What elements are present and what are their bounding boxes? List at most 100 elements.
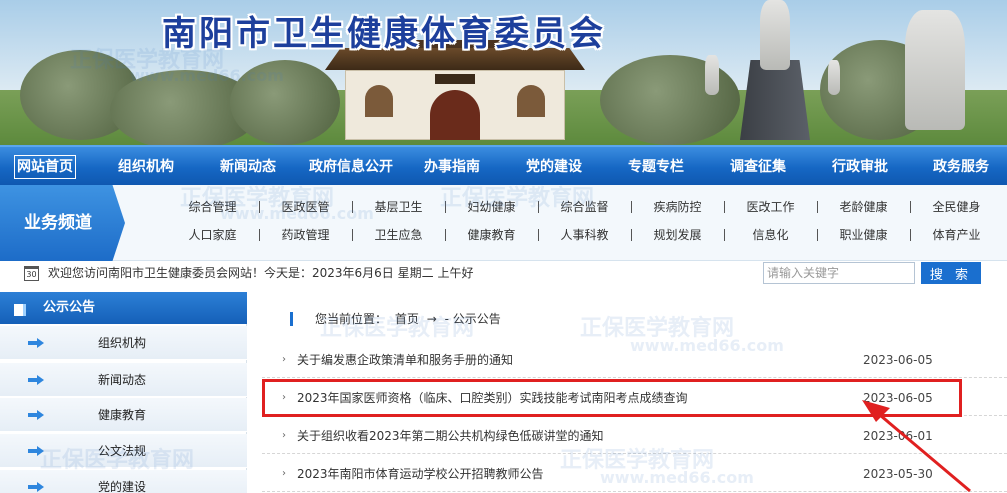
sidebar-item-health-education[interactable]: 健康教育 bbox=[0, 398, 247, 432]
biz-link[interactable]: 人口家庭 bbox=[166, 225, 259, 245]
banner-statue bbox=[828, 60, 840, 95]
news-title[interactable]: 关于组织收看2023年第二期公共机构绿色低碳讲堂的通知 bbox=[297, 418, 604, 454]
biz-link[interactable]: 妇幼健康 bbox=[445, 197, 538, 217]
nav-item-party[interactable]: 党的建设 bbox=[526, 147, 582, 187]
biz-link[interactable]: 综合监督 bbox=[538, 197, 631, 217]
nav-item-topics[interactable]: 专题专栏 bbox=[628, 147, 684, 187]
nav-item-guide[interactable]: 办事指南 bbox=[424, 147, 480, 187]
sidebar-item-label: 新闻动态 bbox=[98, 373, 147, 387]
divider bbox=[352, 229, 353, 241]
news-date: 2023-06-05 bbox=[863, 353, 933, 367]
square-icon bbox=[14, 304, 26, 316]
banner-monument bbox=[740, 60, 810, 140]
sidebar-item-news[interactable]: 新闻动态 bbox=[0, 363, 247, 397]
biz-link[interactable]: 人事科教 bbox=[538, 225, 631, 245]
biz-link[interactable]: 基层卫生 bbox=[352, 197, 445, 217]
biz-link[interactable]: 信息化 bbox=[724, 225, 817, 245]
bullet-icon: › bbox=[282, 354, 286, 365]
divider bbox=[910, 201, 911, 213]
biz-link[interactable]: 规划发展 bbox=[631, 225, 724, 245]
arrow-right-icon bbox=[28, 446, 44, 456]
nav-item-organization[interactable]: 组织机构 bbox=[118, 147, 174, 187]
divider bbox=[538, 201, 539, 213]
sidebar-item-label: 公文法规 bbox=[98, 444, 147, 458]
business-channel: 业务频道 综合管理 医政医管 基层卫生 妇幼健康 综合监督 疾病防控 医改工作 … bbox=[0, 185, 1007, 261]
header-banner: 南阳市卫生健康体育委员会 bbox=[0, 0, 1007, 145]
sidebar: 公示公告 组织机构 新闻动态 健康教育 公文法规 党的建设 bbox=[0, 292, 247, 493]
nav-item-survey[interactable]: 调查征集 bbox=[730, 147, 786, 187]
news-date: 2023-06-01 bbox=[863, 429, 933, 443]
divider bbox=[259, 201, 260, 213]
banner-statue bbox=[905, 10, 965, 130]
bullet-icon: › bbox=[282, 430, 286, 441]
news-row[interactable]: › 关于编发惠企政策清单和服务手册的通知 2023-06-05 bbox=[262, 342, 1007, 378]
divider bbox=[910, 229, 911, 241]
sidebar-item-label: 党的建设 bbox=[98, 480, 147, 493]
news-title[interactable]: 2023年南阳市体育运动学校公开招聘教师公告 bbox=[297, 456, 544, 492]
divider bbox=[817, 229, 818, 241]
biz-link[interactable]: 体育产业 bbox=[910, 225, 1003, 245]
nav-item-approval[interactable]: 行政审批 bbox=[832, 147, 888, 187]
biz-link[interactable]: 药政管理 bbox=[259, 225, 352, 245]
nav-item-gov-info[interactable]: 政府信息公开 bbox=[309, 147, 393, 187]
divider bbox=[259, 229, 260, 241]
biz-link[interactable]: 老龄健康 bbox=[817, 197, 910, 217]
biz-link[interactable]: 卫生应急 bbox=[352, 225, 445, 245]
news-title[interactable]: 2023年国家医师资格（临床、口腔类别）实践技能考试南阳考点成绩查询 bbox=[297, 380, 688, 416]
arrow-right-icon bbox=[28, 338, 44, 348]
divider bbox=[724, 229, 725, 241]
sidebar-header: 公示公告 bbox=[0, 292, 247, 324]
biz-link[interactable]: 综合管理 bbox=[166, 197, 259, 217]
arrow-right-icon bbox=[28, 375, 44, 385]
welcome-text: 欢迎您访问南阳市卫生健康委员会网站！今天是：2023年6月6日 星期二 上午好 bbox=[48, 266, 474, 280]
breadcrumb-separator: → bbox=[426, 312, 437, 326]
banner-gate-building bbox=[325, 40, 585, 140]
search-input[interactable] bbox=[763, 262, 915, 284]
divider bbox=[817, 201, 818, 213]
sidebar-title: 公示公告 bbox=[43, 300, 96, 315]
biz-link[interactable]: 医政医管 bbox=[259, 197, 352, 217]
divider bbox=[724, 201, 725, 213]
news-row[interactable]: › 关于组织收看2023年第二期公共机构绿色低碳讲堂的通知 2023-06-01 bbox=[262, 418, 1007, 454]
bullet-icon: › bbox=[282, 468, 286, 479]
breadcrumb-home-link[interactable]: 首页 bbox=[395, 312, 419, 326]
biz-link[interactable]: 健康教育 bbox=[445, 225, 538, 245]
nav-item-home[interactable]: 网站首页 bbox=[14, 155, 76, 179]
breadcrumb: 您当前位置： 首页 → - 公示公告 bbox=[315, 310, 505, 328]
site-title: 南阳市卫生健康体育委员会 bbox=[162, 14, 606, 54]
divider bbox=[445, 201, 446, 213]
sidebar-item-label: 组织机构 bbox=[98, 336, 147, 350]
biz-link[interactable]: 医改工作 bbox=[724, 197, 817, 217]
arrow-right-icon bbox=[28, 410, 44, 420]
news-row[interactable]: › 2023年国家医师资格（临床、口腔类别）实践技能考试南阳考点成绩查询 202… bbox=[262, 380, 1007, 416]
business-channel-label: 业务频道 bbox=[0, 185, 125, 261]
divider bbox=[631, 201, 632, 213]
bullet-icon: › bbox=[282, 392, 286, 403]
breadcrumb-marker bbox=[290, 312, 293, 326]
sidebar-item-regulations[interactable]: 公文法规 bbox=[0, 434, 247, 468]
nav-item-services[interactable]: 政务服务 bbox=[933, 147, 989, 187]
calendar-icon: 30 bbox=[24, 266, 39, 281]
sidebar-item-party[interactable]: 党的建设 bbox=[0, 470, 247, 493]
news-title[interactable]: 关于编发惠企政策清单和服务手册的通知 bbox=[297, 342, 513, 378]
breadcrumb-current: - 公示公告 bbox=[444, 312, 501, 326]
divider bbox=[538, 229, 539, 241]
divider bbox=[352, 201, 353, 213]
banner-tree bbox=[600, 55, 740, 145]
banner-statue bbox=[705, 55, 719, 95]
search-button[interactable]: 搜 索 bbox=[921, 262, 981, 284]
banner-statue bbox=[760, 0, 790, 70]
news-row[interactable]: › 2023年南阳市体育运动学校公开招聘教师公告 2023-05-30 bbox=[262, 456, 1007, 492]
breadcrumb-prefix: 您当前位置： bbox=[315, 312, 388, 326]
news-date: 2023-06-05 bbox=[863, 391, 933, 405]
sidebar-item-organization[interactable]: 组织机构 bbox=[0, 326, 247, 360]
banner-tree bbox=[230, 60, 340, 145]
biz-link[interactable]: 职业健康 bbox=[817, 225, 910, 245]
arrow-right-icon bbox=[28, 482, 44, 492]
biz-link[interactable]: 全民健身 bbox=[910, 197, 1003, 217]
sidebar-item-label: 健康教育 bbox=[98, 408, 147, 422]
main-nav: 网站首页 组织机构 新闻动态 政府信息公开 办事指南 党的建设 专题专栏 调查征… bbox=[0, 145, 1007, 185]
nav-item-news[interactable]: 新闻动态 bbox=[220, 147, 276, 187]
divider bbox=[631, 229, 632, 241]
biz-link[interactable]: 疾病防控 bbox=[631, 197, 724, 217]
